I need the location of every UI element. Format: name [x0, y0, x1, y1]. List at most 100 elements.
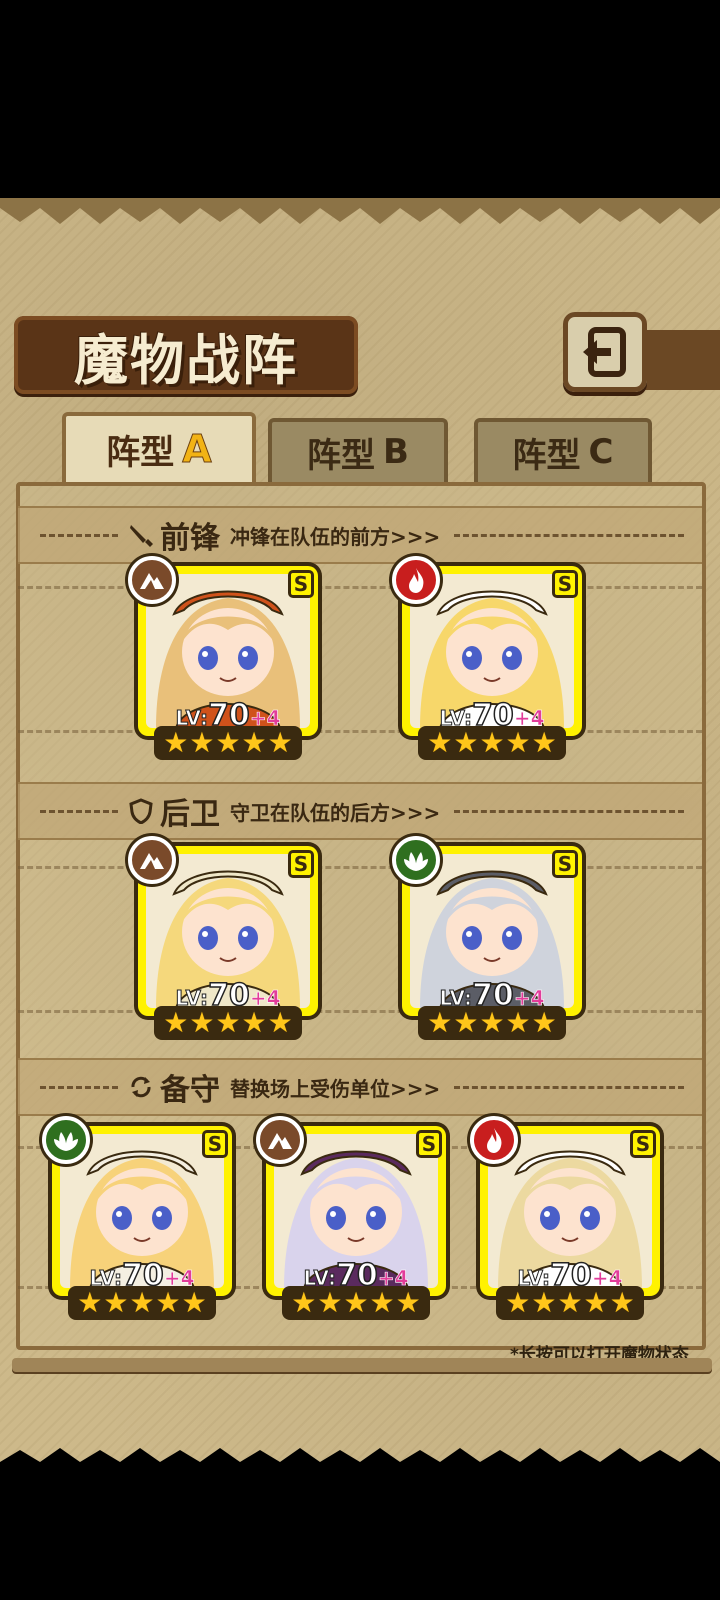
rank-badge: S: [288, 570, 314, 598]
tab-formation-a[interactable]: 阵型 A: [62, 412, 256, 482]
divider: [40, 1085, 118, 1089]
star-icon: ★: [181, 1286, 207, 1319]
row-guide: [18, 866, 702, 869]
star-rating: ★ ★ ★ ★ ★: [68, 1286, 216, 1320]
star-icon: ★: [453, 726, 479, 759]
divider: [454, 533, 684, 537]
element-badge: [128, 556, 176, 604]
divider: [454, 1085, 684, 1089]
fire-element-icon: [409, 568, 424, 593]
tab-label: 阵型: [307, 435, 376, 476]
row-guide: [18, 730, 702, 733]
star-icon: ★: [505, 726, 531, 759]
element-badge: [42, 1116, 90, 1164]
rank-badge: S: [630, 1130, 656, 1158]
section-description: 守卫在队伍的后方>>>: [230, 800, 441, 825]
star-icon: ★: [453, 1006, 479, 1039]
tab-label: 阵型: [106, 432, 175, 473]
star-icon: ★: [163, 1006, 189, 1039]
star-icon: ★: [505, 1006, 531, 1039]
star-icon: ★: [189, 726, 215, 759]
star-icon: ★: [163, 726, 189, 759]
monster-card[interactable]: S LV:70+4 ★ ★ ★ ★ ★: [128, 836, 318, 1040]
section-description: 冲锋在队伍的前方>>>: [230, 524, 441, 549]
star-icon: ★: [77, 1286, 103, 1319]
star-icon: ★: [241, 1006, 267, 1039]
star-icon: ★: [155, 1286, 181, 1319]
star-icon: ★: [479, 1006, 505, 1039]
rank-badge: S: [552, 570, 578, 598]
star-icon: ★: [479, 726, 505, 759]
star-icon: ★: [531, 1006, 557, 1039]
divider: [454, 809, 684, 813]
row-guide: [18, 586, 702, 589]
section-header-reserve: 备守 替换场上受伤单位>>>: [18, 1058, 702, 1116]
element-badge: [392, 556, 440, 604]
star-icon: ★: [369, 1286, 395, 1319]
star-icon: ★: [267, 1006, 293, 1039]
section-title: 备守: [160, 1073, 220, 1108]
element-badge: [470, 1116, 518, 1164]
element-badge: [128, 836, 176, 884]
monster-card[interactable]: S LV:70+4 ★ ★ ★ ★ ★: [128, 556, 318, 760]
tab-formation-b[interactable]: 阵型 B: [268, 418, 448, 482]
section-header-back: 后卫 守卫在队伍的后方>>>: [18, 782, 702, 840]
tab-letter: B: [383, 432, 409, 472]
shield-icon: [129, 798, 153, 824]
divider: [40, 809, 118, 813]
tab-letter: A: [182, 427, 212, 472]
star-rating: ★ ★ ★ ★ ★: [418, 1006, 566, 1040]
star-icon: ★: [343, 1286, 369, 1319]
section-description: 替换场上受伤单位>>>: [230, 1076, 441, 1101]
jagged-bottom-border: [0, 1448, 720, 1474]
star-icon: ★: [215, 726, 241, 759]
star-icon: ★: [505, 1286, 531, 1319]
monster-card[interactable]: S LV:70+4 ★ ★ ★ ★ ★: [392, 556, 582, 760]
divider: [40, 533, 118, 537]
section-header-front: 前锋 冲锋在队伍的前方>>>: [18, 506, 702, 564]
star-icon: ★: [215, 1006, 241, 1039]
star-icon: ★: [103, 1286, 129, 1319]
tab-label: 阵型: [512, 435, 581, 476]
earth-element-icon: [268, 1133, 292, 1149]
monster-card[interactable]: S LV:70+4 ★ ★ ★ ★ ★: [256, 1116, 446, 1320]
row-guide: [18, 1010, 702, 1013]
star-icon: ★: [427, 1006, 453, 1039]
element-badge: [392, 836, 440, 884]
rank-badge: S: [288, 850, 314, 878]
star-icon: ★: [129, 1286, 155, 1319]
star-icon: ★: [557, 1286, 583, 1319]
element-badge: [256, 1116, 304, 1164]
wood-element-icon: [54, 1132, 78, 1151]
star-icon: ★: [241, 726, 267, 759]
back-arrow-icon: [583, 327, 626, 377]
earth-element-icon: [140, 853, 164, 869]
section-title: 后卫: [160, 797, 220, 832]
star-icon: ★: [267, 726, 293, 759]
star-icon: ★: [395, 1286, 421, 1319]
star-icon: ★: [291, 1286, 317, 1319]
star-icon: ★: [189, 1006, 215, 1039]
monster-card[interactable]: S LV:70+4 ★ ★ ★ ★ ★: [42, 1116, 232, 1320]
wood-element-icon: [404, 852, 428, 871]
back-button-rail: [640, 330, 720, 390]
section-title: 前锋: [160, 521, 220, 556]
page-title-plate: 魔物战阵: [14, 316, 358, 394]
back-button[interactable]: [563, 312, 647, 392]
tab-formation-c[interactable]: 阵型 C: [474, 418, 652, 482]
content-footer-bar: [12, 1358, 712, 1372]
earth-element-icon: [140, 573, 164, 589]
monster-card[interactable]: S LV:70+4 ★ ★ ★ ★ ★: [392, 836, 582, 1040]
rank-badge: S: [552, 850, 578, 878]
star-icon: ★: [531, 726, 557, 759]
star-icon: ★: [583, 1286, 609, 1319]
tab-letter: C: [588, 432, 614, 472]
monster-card[interactable]: S LV:70+4 ★ ★ ★ ★ ★: [470, 1116, 660, 1320]
fire-element-icon: [487, 1128, 502, 1153]
jagged-top-border: [0, 198, 720, 224]
star-rating: ★ ★ ★ ★ ★: [154, 1006, 302, 1040]
rank-badge: S: [416, 1130, 442, 1158]
swap-icon: [131, 1076, 151, 1098]
star-icon: ★: [531, 1286, 557, 1319]
star-rating: ★ ★ ★ ★ ★: [496, 1286, 644, 1320]
